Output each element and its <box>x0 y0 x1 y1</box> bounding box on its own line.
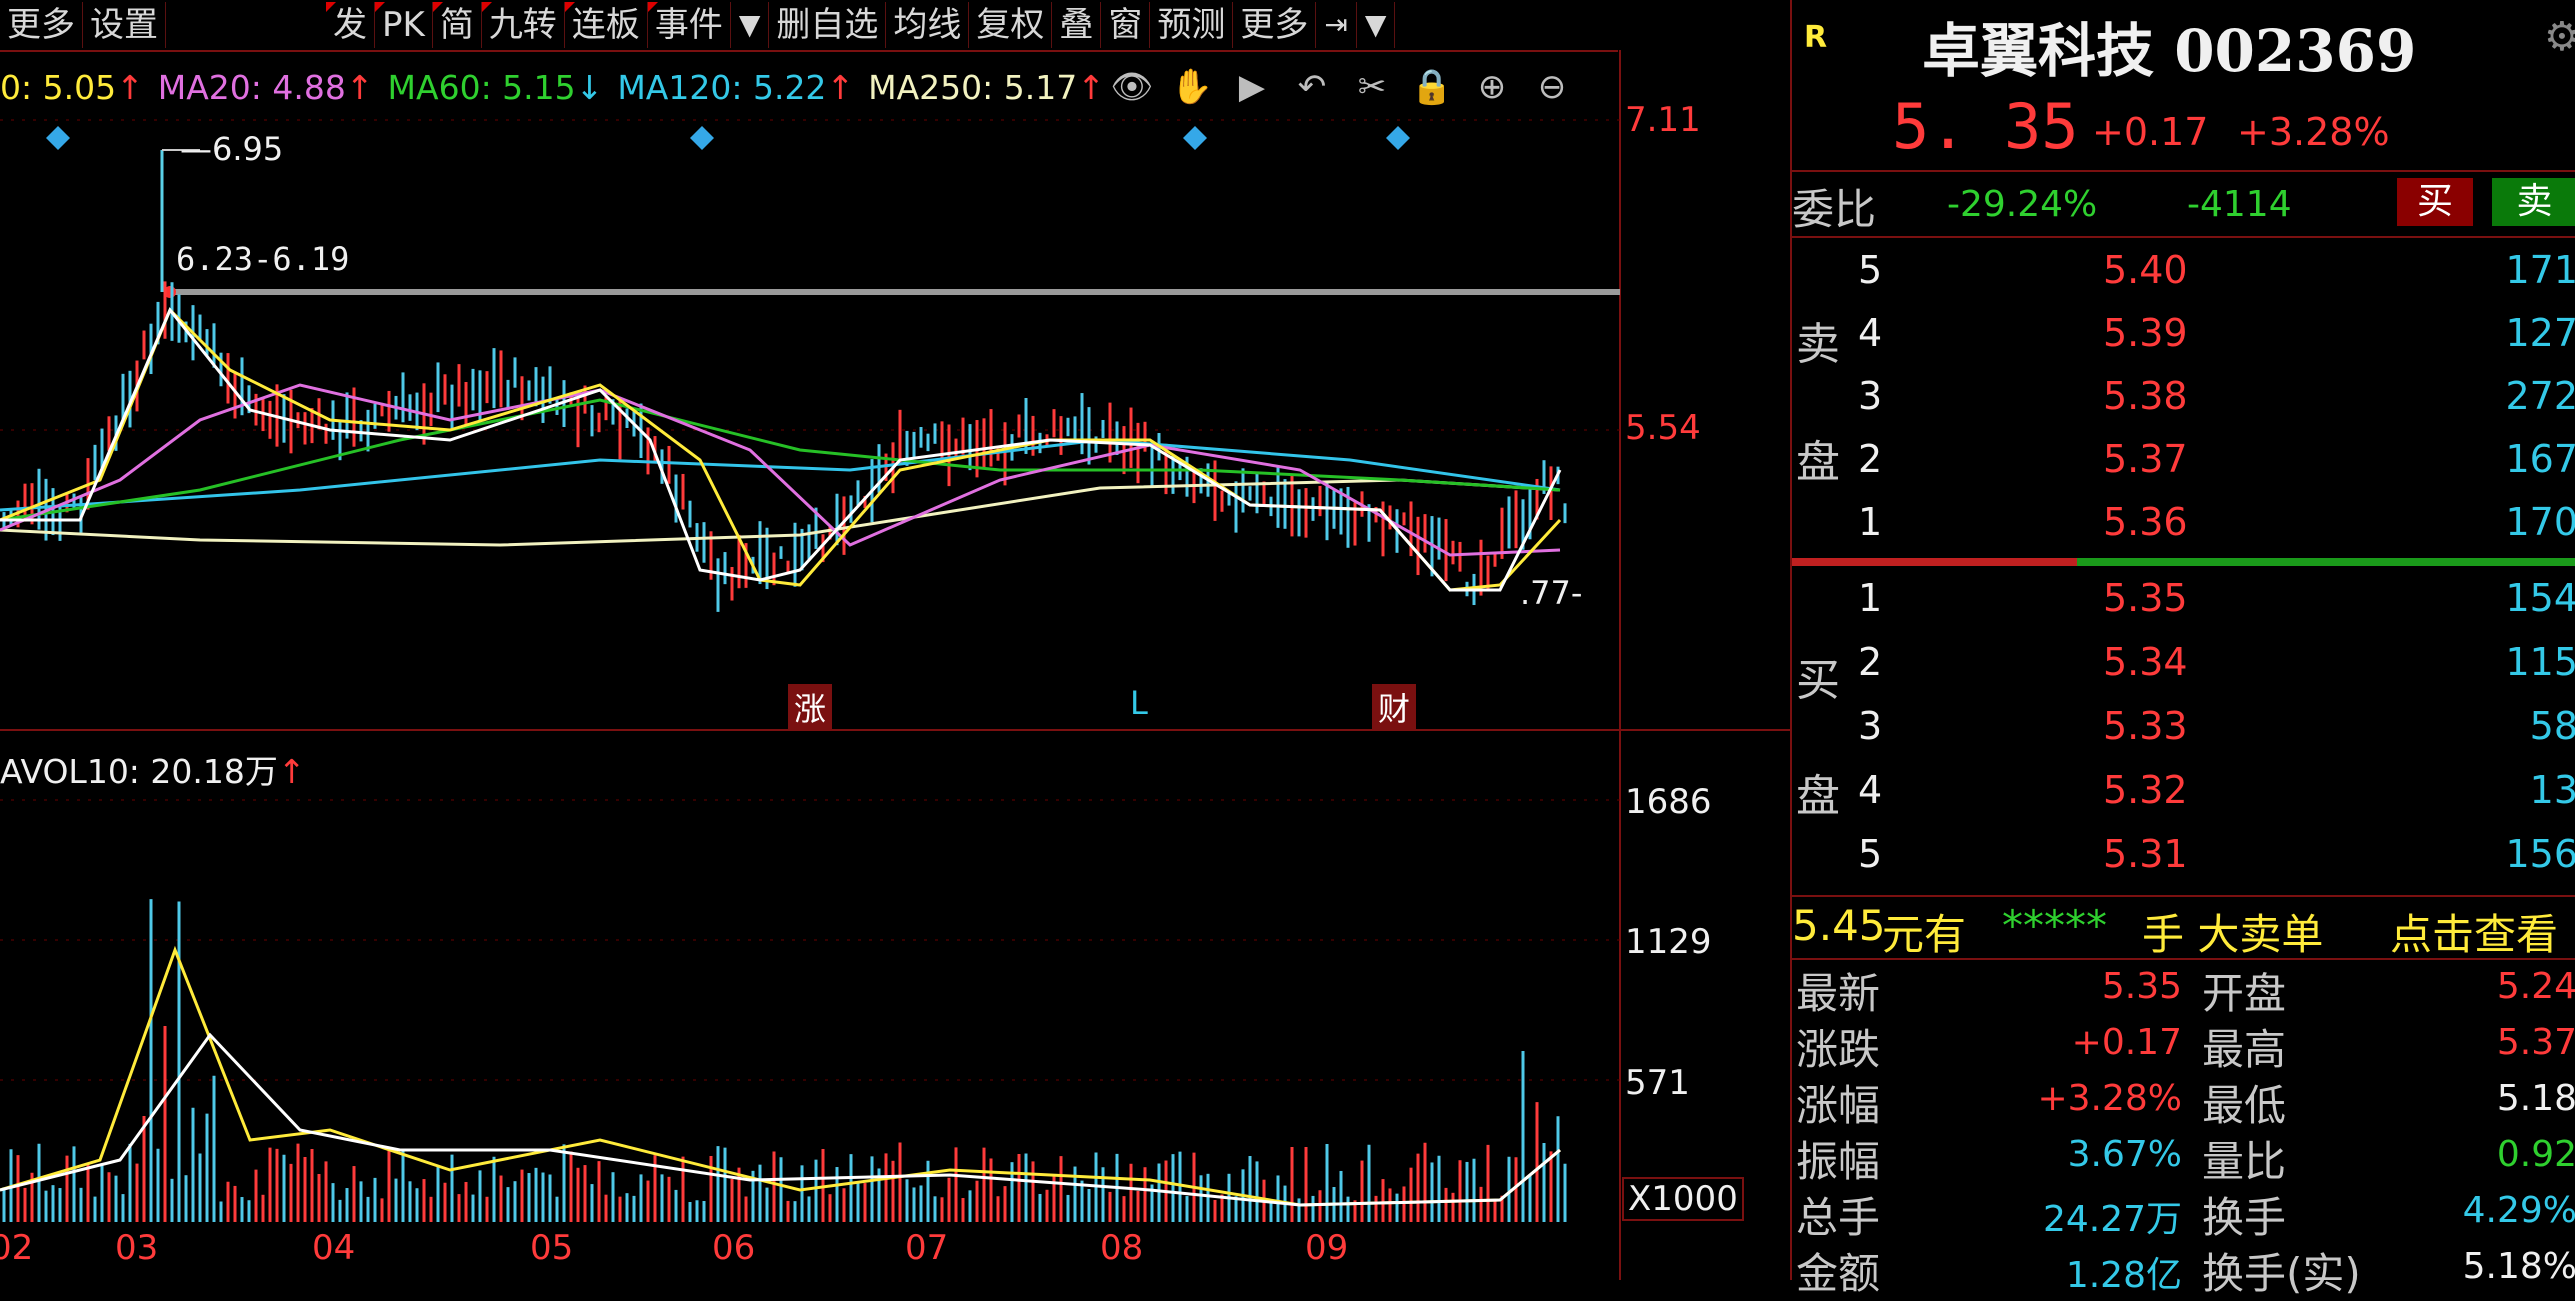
ask-row[interactable]: 5 5.40 171 <box>1858 248 2575 311</box>
sell-side-label: 盘 <box>1796 437 1840 488</box>
vol-axis-1686: 1686 <box>1625 782 1712 822</box>
volume-title: AVOL10: 20.18万↑ <box>0 752 306 791</box>
stat-row: 涨幅 +3.28% 最低 5.18 <box>1796 1078 2575 1130</box>
price-pct: +3.28% <box>2237 110 2390 154</box>
range-label: 6.23-6.19 <box>176 240 350 278</box>
finance-marker[interactable]: 财 <box>1372 684 1417 730</box>
ask-row[interactable]: 3 5.38 272 <box>1858 374 2575 437</box>
weibi-pct: -29.24% <box>1947 184 2098 225</box>
stats-table: 最新 5.35 开盘 5.24 涨跌 +0.17 最高 5.37 涨幅 +3.28% 最低 5.1… <box>1792 958 2575 1298</box>
month-label: 09 <box>1305 1228 1349 1268</box>
buy-side-label: 盘 <box>1796 771 1840 822</box>
sell-button[interactable]: 卖 <box>2492 178 2575 226</box>
event-diamond <box>46 126 70 150</box>
big-order-text: 元有 <box>1882 910 1967 959</box>
buy-button[interactable]: 买 <box>2397 178 2473 226</box>
ask-row[interactable]: 1 5.36 170 <box>1858 500 2575 563</box>
quote-panel: R 卓翼科技 002369 ⚙ 5. 35 +0.17 +3.28% 委比 -2… <box>1790 0 2575 1298</box>
big-order-price: 5.45 <box>1792 901 1886 950</box>
stat-row: 金额 1.28亿 换手(实) 5.18% <box>1796 1246 2575 1298</box>
big-order-stars: ***** <box>2002 901 2107 950</box>
bid-ask-bar-green <box>2077 558 2575 566</box>
month-label: 07 <box>905 1228 949 1268</box>
limit-up-marker[interactable]: 涨 <box>788 684 833 730</box>
bid-row[interactable]: 2 5.34 115 <box>1858 640 2575 704</box>
ask-list: 5 5.40 171 4 5.39 127 3 5.38 272 2 5.37 167 1 5.3… <box>1858 248 2575 563</box>
bid-ask-bar-red <box>1792 558 2077 566</box>
event-diamond <box>1183 126 1207 150</box>
low-label: .77- <box>1520 574 1583 612</box>
bid-book: 买 盘 1 5.35 154 2 5.34 115 3 5.33 58 4 5.32 13 55… <box>1792 570 2575 890</box>
event-diamond <box>1386 126 1410 150</box>
vol-axis-1129: 1129 <box>1625 922 1712 962</box>
big-order-type: 手 大卖单 <box>2142 910 2324 959</box>
bid-row[interactable]: 3 5.33 58 <box>1858 704 2575 768</box>
axis-price-mid: 5.54 <box>1625 408 1701 448</box>
month-axis: 02 03 04 05 06 07 08 09 <box>0 1228 1620 1268</box>
ask-book: 卖 盘 5 5.40 171 4 5.39 127 3 5.38 272 2 5.37 167 … <box>1792 236 2575 558</box>
stat-row: 振幅 3.67% 量比 0.92 <box>1796 1134 2575 1186</box>
stock-name: 卓翼科技 002369 <box>1922 17 2417 85</box>
bid-row[interactable]: 5 5.31 156 <box>1858 832 2575 896</box>
high-label: —6.95 <box>180 130 284 168</box>
stat-row: 涨跌 +0.17 最高 5.37 <box>1796 1022 2575 1074</box>
r-badge: R <box>1804 20 1828 55</box>
bid-row[interactable]: 1 5.35 154 <box>1858 576 2575 640</box>
stat-row: 总手 24.27万 换手 4.29% <box>1796 1190 2575 1242</box>
gear-icon[interactable]: ⚙ <box>2544 14 2575 60</box>
sell-side-label: 卖 <box>1796 319 1840 370</box>
price-row: 5. 35 +0.17 +3.28% <box>1792 82 2575 163</box>
vol-axis-571: 571 <box>1625 1063 1690 1103</box>
ask-row[interactable]: 2 5.37 167 <box>1858 437 2575 500</box>
month-label: 03 <box>115 1228 159 1268</box>
stock-header: R 卓翼科技 002369 ⚙ <box>1792 0 2575 85</box>
event-diamond <box>690 126 714 150</box>
weibi-val: -4114 <box>2187 184 2292 225</box>
vol-unit: X1000 <box>1622 1177 1744 1221</box>
ask-row[interactable]: 4 5.39 127 <box>1858 311 2575 374</box>
price-change: +0.17 <box>2092 110 2209 154</box>
bid-list: 1 5.35 154 2 5.34 115 3 5.33 58 4 5.32 13 5 5.31 1… <box>1858 576 2575 896</box>
month-label: 02 <box>0 1228 34 1268</box>
weibi-row: 委比 -29.24% -4114 买 卖 <box>1792 170 2575 234</box>
axis-price-high: 7.11 <box>1625 100 1701 140</box>
big-order-banner[interactable]: 5.45 元有 ***** 手 大卖单 点击查看 <box>1792 895 2575 959</box>
stat-row: 最新 5.35 开盘 5.24 <box>1796 966 2575 1018</box>
bid-row[interactable]: 4 5.32 13 <box>1858 768 2575 832</box>
month-label: 08 <box>1100 1228 1144 1268</box>
l-marker[interactable]: L <box>1130 684 1148 722</box>
kline-chart[interactable] <box>0 0 1790 1280</box>
month-label: 05 <box>530 1228 574 1268</box>
weibi-label: 委比 <box>1792 185 1877 234</box>
view-link[interactable]: 点击查看 <box>2390 901 2558 962</box>
buy-side-label: 买 <box>1796 655 1840 706</box>
last-price: 5. 35 <box>1892 90 2079 163</box>
month-label: 04 <box>312 1228 356 1268</box>
month-label: 06 <box>712 1228 756 1268</box>
